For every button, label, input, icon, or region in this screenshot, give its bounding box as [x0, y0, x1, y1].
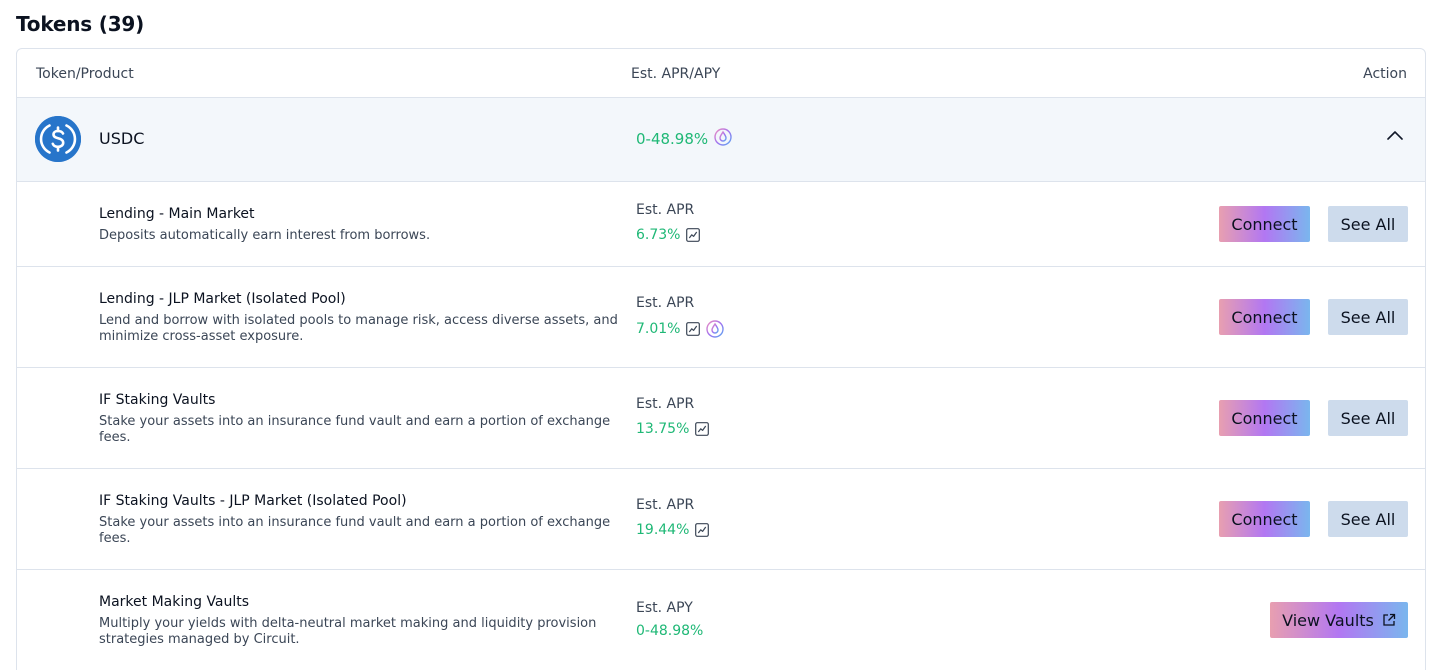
- product-est-label: Est. APR: [636, 202, 695, 218]
- product-apr: 19.44%: [636, 522, 710, 538]
- product-apy: 0-48.98%: [636, 623, 703, 639]
- tokens-table: Token/Product Est. APR/APY Action USDC 0…: [16, 48, 1426, 670]
- product-title: Lending - Main Market: [99, 206, 255, 222]
- connect-button[interactable]: Connect: [1219, 501, 1310, 537]
- product-row-lending-main: Lending - Main Market Deposits automatic…: [17, 182, 1425, 267]
- drift-drop-icon: [706, 320, 725, 338]
- product-row-if-staking: IF Staking Vaults Stake your assets into…: [17, 368, 1425, 469]
- product-title: IF Staking Vaults: [99, 392, 216, 408]
- product-est-label: Est. APR: [636, 295, 695, 311]
- table-header: Token/Product Est. APR/APY Action: [17, 49, 1425, 98]
- chart-icon[interactable]: [695, 523, 710, 537]
- product-apr: 7.01%: [636, 320, 725, 338]
- product-description: Stake your assets into an insurance fund…: [99, 515, 611, 546]
- header-action: Action: [1363, 66, 1407, 82]
- product-title: Market Making Vaults: [99, 594, 250, 610]
- page-title: Tokens (39): [16, 12, 145, 36]
- chart-icon[interactable]: [695, 422, 710, 436]
- product-apr: 6.73%: [636, 227, 701, 243]
- product-description: Stake your assets into an insurance fund…: [99, 414, 611, 445]
- product-apr-value: 13.75%: [636, 421, 690, 437]
- product-est-label: Est. APR: [636, 497, 695, 513]
- external-link-icon: [1382, 613, 1396, 627]
- usdc-logo-icon: [35, 116, 81, 162]
- token-apr-range: 0-48.98%: [636, 128, 732, 150]
- product-description: Multiply your yields with delta-neutral …: [99, 616, 597, 647]
- token-row-usdc[interactable]: USDC 0-48.98%: [17, 98, 1425, 182]
- product-description: Deposits automatically earn interest fro…: [99, 228, 431, 243]
- header-est-apr-apy: Est. APR/APY: [631, 66, 721, 82]
- product-title: Lending - JLP Market (Isolated Pool): [99, 291, 346, 307]
- chart-icon[interactable]: [686, 228, 701, 242]
- see-all-button[interactable]: See All: [1328, 299, 1408, 335]
- product-apr: 13.75%: [636, 421, 710, 437]
- see-all-button[interactable]: See All: [1328, 501, 1408, 537]
- product-row-lending-jlp: Lending - JLP Market (Isolated Pool) Len…: [17, 267, 1425, 368]
- product-title: IF Staking Vaults - JLP Market (Isolated…: [99, 493, 407, 509]
- connect-button[interactable]: Connect: [1219, 206, 1310, 242]
- see-all-button[interactable]: See All: [1328, 206, 1408, 242]
- product-row-if-staking-jlp: IF Staking Vaults - JLP Market (Isolated…: [17, 469, 1425, 570]
- see-all-button[interactable]: See All: [1328, 400, 1408, 436]
- product-row-market-making: Market Making Vaults Multiply your yield…: [17, 570, 1425, 670]
- product-est-label: Est. APR: [636, 396, 695, 412]
- connect-button[interactable]: Connect: [1219, 299, 1310, 335]
- product-apy-value: 0-48.98%: [636, 623, 704, 639]
- view-vaults-button[interactable]: View Vaults: [1270, 602, 1408, 638]
- product-apr-value: 6.73%: [636, 227, 681, 243]
- header-token-product: Token/Product: [36, 66, 134, 82]
- chart-icon[interactable]: [686, 322, 701, 336]
- product-apr-value: 7.01%: [636, 321, 681, 337]
- view-vaults-label: View Vaults: [1282, 610, 1374, 630]
- product-est-label: Est. APY: [636, 600, 693, 616]
- product-description: Lend and borrow with isolated pools to m…: [99, 313, 618, 344]
- product-apr-value: 19.44%: [636, 522, 690, 538]
- token-apr-value: 0-48.98%: [636, 130, 709, 148]
- drift-drop-icon: [714, 128, 732, 150]
- connect-button[interactable]: Connect: [1219, 400, 1310, 436]
- token-name: USDC: [99, 129, 145, 148]
- chevron-up-icon[interactable]: [1385, 126, 1405, 146]
